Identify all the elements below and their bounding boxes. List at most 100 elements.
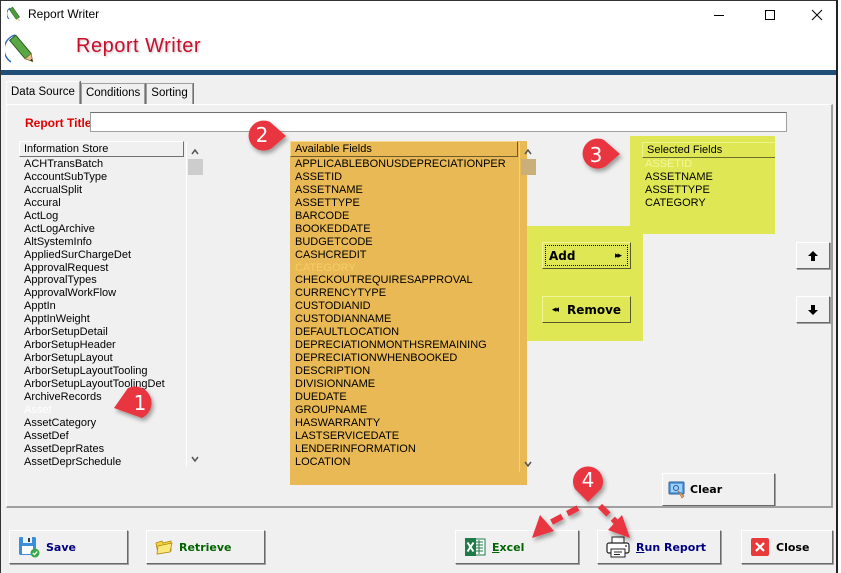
list-item[interactable]: ASSETID (295, 171, 506, 184)
list-item[interactable]: GROUPNAME (295, 404, 506, 417)
close-button[interactable]: Close (741, 530, 833, 564)
report-title-input[interactable] (90, 112, 787, 132)
information-store-scrollbar[interactable] (186, 142, 203, 467)
tab-strip: Data Source Conditions Sorting (6, 81, 194, 105)
open-folder-icon (155, 540, 173, 555)
list-item[interactable]: AssetDef (24, 430, 165, 443)
list-item[interactable]: ActLogArchive (24, 223, 165, 236)
tab-conditions[interactable]: Conditions (80, 83, 146, 105)
add-button[interactable]: Add ▸▸ (542, 242, 631, 269)
list-item[interactable]: CURRENCYTYPE (295, 287, 506, 300)
list-item[interactable]: CUSTODIANNAME (295, 313, 506, 326)
list-item[interactable]: ASSETNAME (645, 171, 713, 184)
list-item[interactable]: AssetDeprSchedule (24, 456, 165, 469)
list-item[interactable]: ArborSetupLayout (24, 352, 165, 365)
remove-label: Remove (566, 302, 622, 317)
list-item[interactable]: ASSETID (645, 158, 713, 171)
save-label: Save (46, 540, 76, 554)
list-item[interactable]: HASWARRANTY (295, 417, 506, 430)
list-item[interactable]: LOCATION (295, 456, 506, 469)
list-item[interactable]: ApprovalRequest (24, 262, 165, 275)
list-item[interactable]: DEFAULTLOCATION (295, 326, 506, 339)
list-item[interactable]: DEPRECIATIONWHENBOOKED (295, 352, 506, 365)
retrieve-button[interactable]: Retrieve (146, 530, 265, 564)
available-fields-list[interactable]: Available Fields APPLICABLEBONUSDEPRECIA… (290, 141, 527, 485)
report-writer-window: Report Writer Report Writer Data Source … (0, 0, 838, 573)
move-down-button[interactable] (796, 296, 830, 323)
double-arrow-right-icon: ▸▸ (614, 250, 622, 261)
run-report-label: Run Report (636, 540, 707, 554)
list-item[interactable]: DESCRIPTION (295, 365, 506, 378)
list-item[interactable]: ASSETNAME (295, 184, 506, 197)
selected-fields-list[interactable]: Selected Fields ASSETID ASSETNAME ASSETTYP… (630, 136, 775, 234)
close-window-button[interactable] (794, 1, 840, 28)
list-item[interactable]: DEPRECIATIONMONTHSREMAINING (295, 339, 506, 352)
list-item[interactable]: AssetDeprRates (24, 443, 165, 456)
clear-label: Clear (690, 483, 723, 496)
list-item[interactable]: APPLICABLEBONUSDEPRECIATIONPER (295, 158, 506, 171)
scroll-down-icon[interactable] (189, 453, 201, 465)
list-item[interactable]: AssetCategory (24, 417, 165, 430)
list-item[interactable]: CHECKOUTREQUIRESAPPROVAL (295, 274, 506, 287)
list-item[interactable]: CATEGORY (645, 197, 713, 210)
list-item[interactable]: DIVISIONNAME (295, 378, 506, 391)
information-store-items: ACHTransBatch AccountSubType AccrualSplit A… (24, 158, 165, 469)
available-fields-header[interactable]: Available Fields (290, 141, 518, 157)
excel-button[interactable]: Excel (455, 530, 579, 564)
scroll-up-icon[interactable] (522, 146, 534, 158)
maximize-icon (765, 9, 775, 20)
list-item[interactable]: BARCODE (295, 210, 506, 223)
list-item[interactable]: ApptInWeight (24, 313, 165, 326)
list-item[interactable]: ActLog (24, 210, 165, 223)
maximize-button[interactable] (747, 1, 793, 28)
list-item[interactable]: AccountSubType (24, 171, 165, 184)
list-item[interactable]: AltSystemInfo (24, 236, 165, 249)
tab-data-source[interactable]: Data Source (6, 81, 80, 105)
list-item[interactable]: ApptIn (24, 300, 165, 313)
header-banner: Report Writer (1, 28, 836, 70)
list-item[interactable]: LASTSERVICEDATE (295, 430, 506, 443)
list-item[interactable]: CASHCREDIT (295, 249, 506, 262)
list-item[interactable]: AccrualSplit (24, 184, 165, 197)
information-store-list[interactable]: Information Store ACHTransBatch AccountSu… (19, 141, 204, 471)
annotation-number-3: 3 (589, 143, 603, 167)
annotation-number-2: 2 (255, 123, 269, 147)
close-x-icon (751, 538, 769, 556)
scroll-thumb[interactable] (521, 159, 536, 175)
move-up-button[interactable] (796, 242, 830, 269)
list-item[interactable]: BUDGETCODE (295, 236, 506, 249)
save-button[interactable]: Save (9, 530, 128, 564)
list-item[interactable]: ASSETTYPE (295, 197, 506, 210)
list-item[interactable]: ASSETTYPE (645, 184, 713, 197)
scroll-up-icon[interactable] (189, 146, 201, 158)
list-item[interactable]: ArborSetupHeader (24, 339, 165, 352)
scroll-thumb[interactable] (188, 159, 203, 175)
list-item[interactable]: CUSTODIANID (295, 300, 506, 313)
list-item[interactable]: AppliedSurChargeDet (24, 249, 165, 262)
list-item[interactable]: ACHTransBatch (24, 158, 165, 171)
scroll-down-icon[interactable] (522, 458, 534, 470)
minimize-button[interactable] (696, 1, 742, 28)
list-item[interactable]: BOOKEDDATE (295, 223, 506, 236)
list-item[interactable]: LENDERINFORMATION (295, 443, 506, 456)
annotation-number-4: 4 (581, 468, 595, 492)
title-bar: Report Writer (1, 1, 836, 28)
double-arrow-left-icon: ◂◂ (551, 304, 559, 315)
list-item[interactable]: CATEGORY (295, 262, 506, 275)
excel-label: Excel (492, 540, 525, 554)
information-store-header[interactable]: Information Store (19, 141, 184, 157)
list-item[interactable]: ArborSetupDetail (24, 326, 165, 339)
list-item[interactable]: DUEDATE (295, 391, 506, 404)
window-title: Report Writer (28, 7, 100, 21)
list-item[interactable]: ArborSetupLayoutTooling (24, 365, 165, 378)
list-item[interactable]: Accural (24, 197, 165, 210)
clear-button[interactable]: Clear (662, 473, 775, 506)
tab-sorting[interactable]: Sorting (146, 83, 193, 105)
list-item[interactable]: ApprovalTypes (24, 274, 165, 287)
selected-fields-header[interactable]: Selected Fields (642, 142, 775, 158)
list-item[interactable]: ApprovalWorkFlow (24, 287, 165, 300)
run-report-button[interactable]: Run Report (597, 530, 721, 564)
available-fields-items: APPLICABLEBONUSDEPRECIATIONPER ASSETID ASS… (295, 158, 506, 469)
remove-button[interactable]: ◂◂ Remove (542, 296, 631, 323)
arrow-up-icon (808, 250, 818, 261)
